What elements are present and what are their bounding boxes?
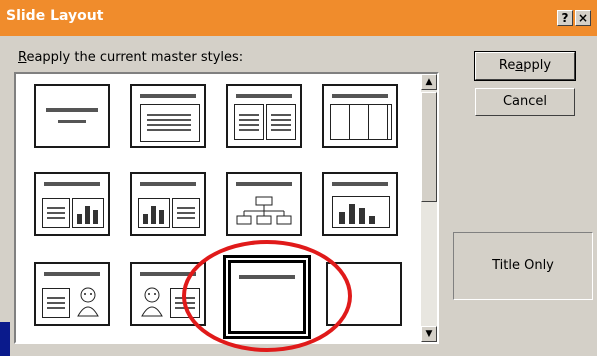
help-button[interactable]: ? (557, 10, 573, 26)
clip-art-icon (77, 287, 99, 317)
layout-text-and-clip-art[interactable] (34, 262, 110, 326)
scroll-up-icon[interactable]: ▲ (421, 74, 437, 90)
layout-bulleted-list[interactable] (130, 84, 206, 148)
gallery-scrollbar[interactable]: ▲ ▼ (421, 74, 437, 342)
layout-chart[interactable] (322, 172, 398, 236)
org-chart-icon (236, 196, 292, 225)
layout-two-column-text[interactable] (226, 84, 302, 148)
layout-title-slide[interactable] (34, 84, 110, 148)
layout-preview-label: Title Only (453, 232, 593, 300)
title-bar: Slide Layout ? × (0, 0, 597, 36)
reapply-button[interactable]: Reapply (474, 51, 576, 81)
selection-highlight-circle (182, 240, 352, 352)
window-title: Slide Layout (6, 8, 104, 24)
cancel-button[interactable]: Cancel (475, 88, 575, 116)
scroll-thumb[interactable] (421, 92, 437, 202)
layout-chart-and-text[interactable] (130, 172, 206, 236)
layout-text-and-chart[interactable] (34, 172, 110, 236)
prompt-label: Reapply the current master styles: (18, 50, 244, 65)
taskbar-fragment (0, 322, 10, 356)
layout-organization-chart[interactable] (226, 172, 302, 236)
layout-table[interactable] (322, 84, 398, 148)
clip-art-icon (141, 287, 163, 317)
scroll-down-icon[interactable]: ▼ (421, 326, 437, 342)
close-icon[interactable]: × (575, 10, 591, 26)
